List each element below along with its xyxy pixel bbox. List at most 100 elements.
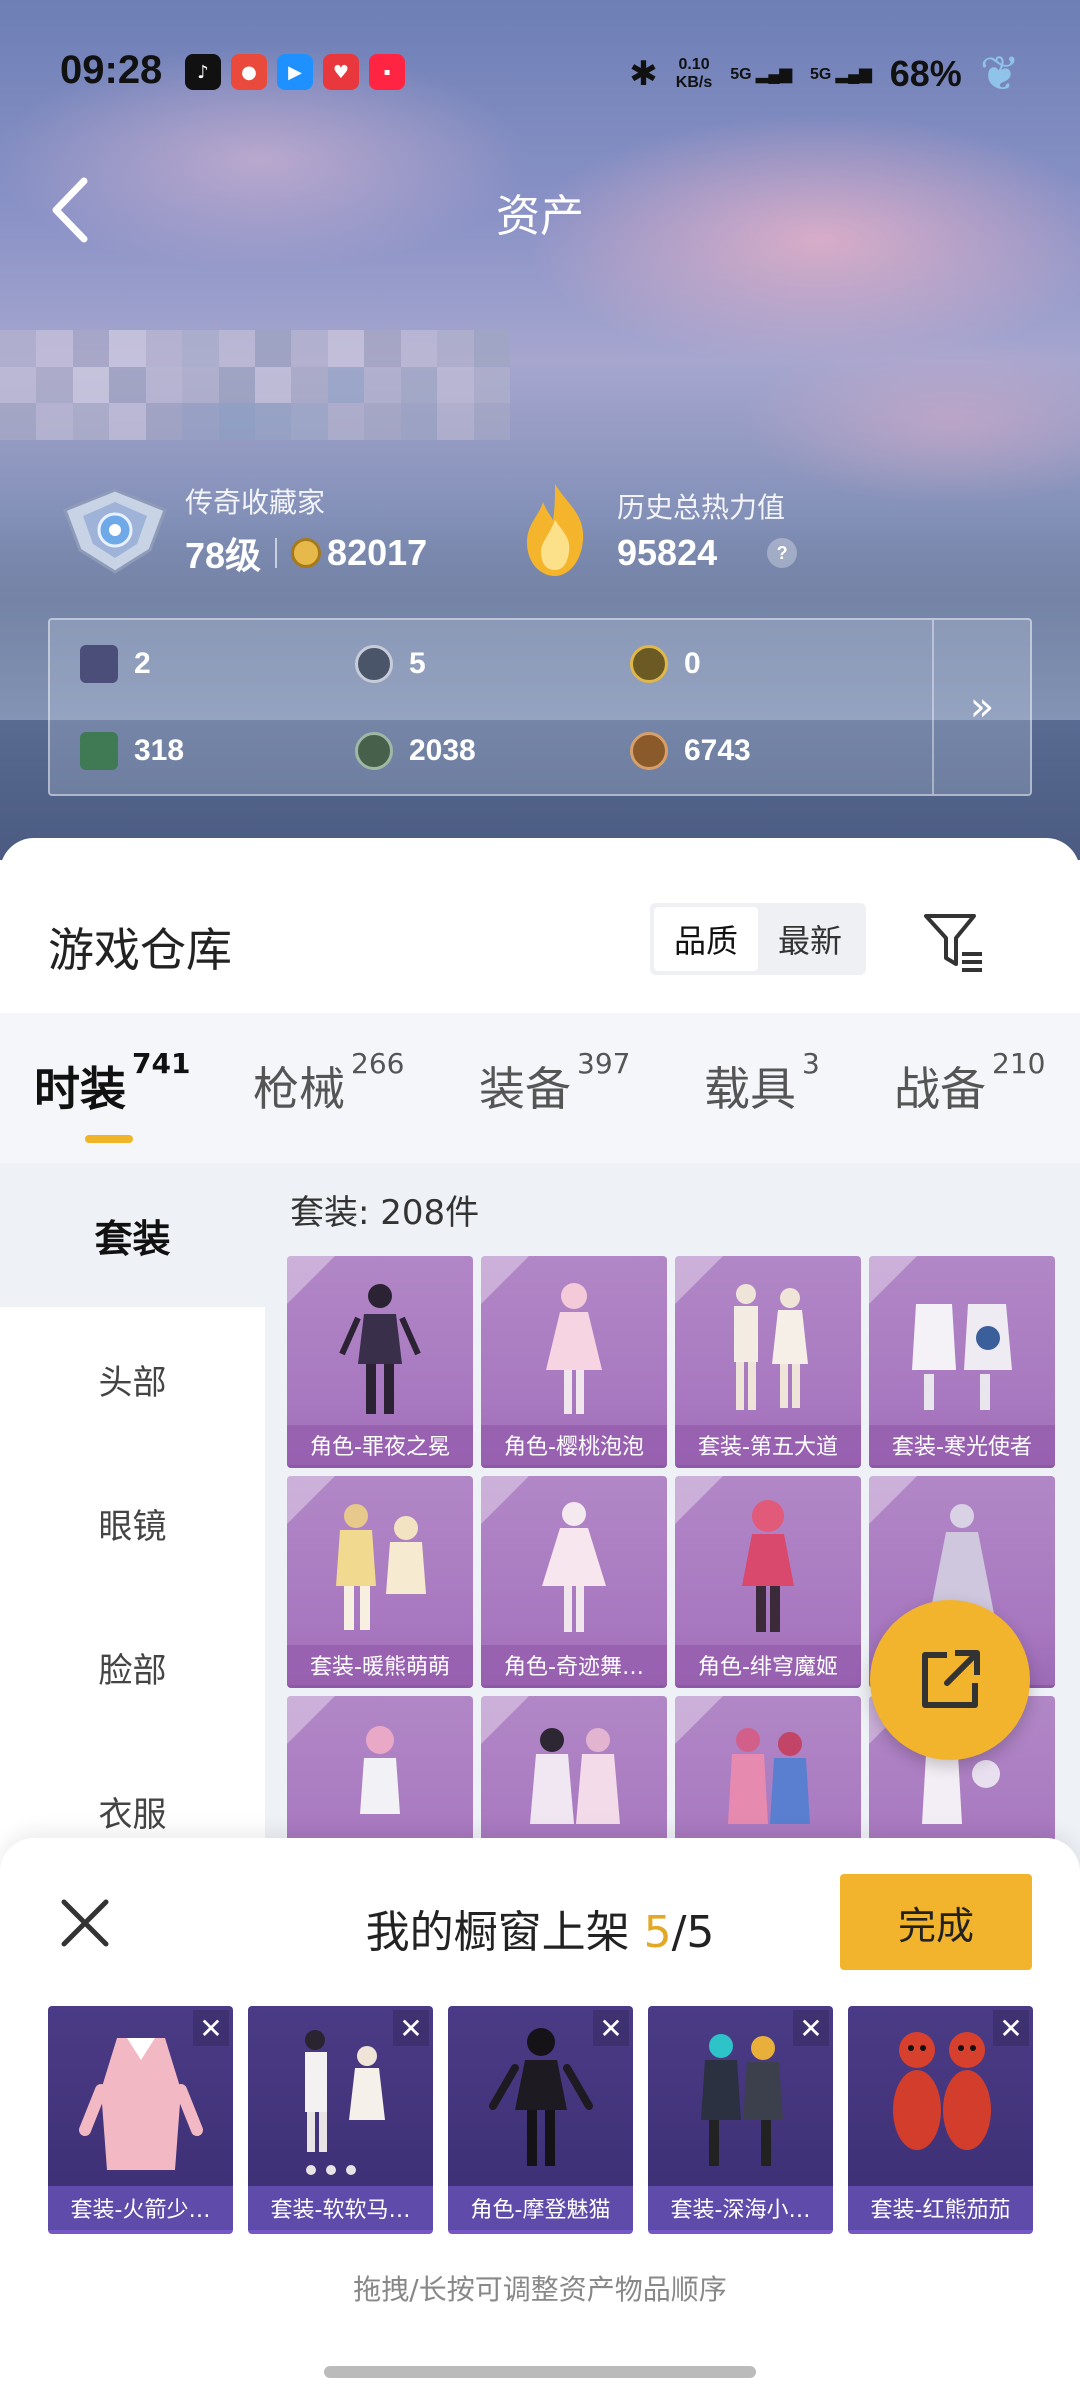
page-title: 资产 bbox=[496, 191, 584, 242]
stat-item[interactable]: 6743 bbox=[630, 707, 905, 794]
status-indicators: ✱ 0.10 KB/s 5G ▂▄▆ 5G ▂▄▆ 68% ❦ bbox=[629, 46, 1020, 102]
item-label: 角色-绯穹魔姬 bbox=[675, 1645, 861, 1685]
item-card[interactable]: 套装-暖熊萌萌 bbox=[287, 1476, 473, 1688]
share-export-icon bbox=[922, 1650, 980, 1708]
item-label: 套装-寒光使者 bbox=[869, 1425, 1055, 1465]
heat-value: 95824 bbox=[617, 532, 718, 573]
red-bear-suit-icon bbox=[892, 2032, 991, 2150]
tab-label: 战备 bbox=[894, 1062, 986, 1116]
remove-slot-icon[interactable]: ✕ bbox=[393, 2010, 429, 2046]
tab-label: 载具 bbox=[704, 1062, 796, 1116]
remove-slot-icon[interactable]: ✕ bbox=[993, 2010, 1029, 2046]
showcase-title-text: 我的橱窗上架 bbox=[365, 1907, 630, 1958]
stat-item[interactable]: 318 bbox=[80, 707, 355, 794]
done-button[interactable]: 完成 bbox=[840, 1874, 1032, 1970]
bronze-coin-icon bbox=[630, 731, 668, 770]
bluetooth-icon: ✱ bbox=[629, 55, 658, 93]
stat-item[interactable]: 2038 bbox=[355, 707, 630, 794]
status-time: 09:28 bbox=[60, 48, 163, 92]
remove-slot-icon[interactable]: ✕ bbox=[793, 2010, 829, 2046]
blurred-user-info bbox=[0, 330, 510, 440]
sidebar-item-suits[interactable]: 套装 bbox=[0, 1163, 265, 1307]
showcase-slots: ✕ 套装-火箭少… ✕ 套装-软软马… ✕ 角色-摩登魅猫 ✕ 套装-深海小… … bbox=[48, 2006, 1033, 2234]
rank-title: 传奇收藏家 bbox=[185, 486, 326, 519]
sidebar-item-face[interactable]: 脸部 bbox=[0, 1595, 265, 1739]
character-figure-icon bbox=[546, 1283, 602, 1414]
stats-more-button[interactable]: » bbox=[932, 620, 1030, 794]
character-figure-icon bbox=[542, 1502, 606, 1632]
filter-icon[interactable] bbox=[920, 908, 986, 974]
item-card[interactable]: 角色-奇迹舞… bbox=[481, 1476, 667, 1688]
tab-count: 3 bbox=[802, 1047, 820, 1080]
tab-count: 397 bbox=[577, 1047, 631, 1080]
heat-block[interactable]: 历史总热力值 95824 ? bbox=[515, 480, 798, 580]
sidebar-item-head[interactable]: 头部 bbox=[0, 1307, 265, 1451]
rank-block[interactable]: 传奇收藏家 78级 82017 bbox=[55, 480, 427, 580]
heart-app-icon: ♥ bbox=[323, 54, 359, 90]
gold-badge-icon bbox=[630, 644, 668, 683]
reorder-hint: 拖拽/长按可调整资产物品顺序 bbox=[353, 2273, 727, 2306]
stat-item[interactable]: 0 bbox=[630, 620, 905, 707]
home-indicator[interactable] bbox=[324, 2366, 756, 2378]
showcase-slot[interactable]: ✕ 套装-火箭少… bbox=[48, 2006, 233, 2234]
stat-item[interactable]: 5 bbox=[355, 620, 630, 707]
sort-toggle: 品质 最新 bbox=[650, 903, 866, 975]
weibo-icon: ● bbox=[231, 54, 267, 90]
slot-label: 套装-软软马… bbox=[248, 2186, 433, 2230]
tiktok-icon: ♪ bbox=[185, 54, 221, 90]
stat-value: 0 bbox=[684, 646, 701, 680]
currency-panel: 2 5 0 318 2038 6743 » bbox=[48, 618, 1032, 796]
tab-battle-gear[interactable]: 战备 210 bbox=[894, 1047, 1045, 1119]
item-card[interactable]: 角色-罪夜之冕 bbox=[287, 1256, 473, 1468]
active-tab-indicator bbox=[85, 1135, 133, 1143]
stat-item[interactable]: 2 bbox=[80, 620, 355, 707]
divider bbox=[275, 538, 278, 568]
showcase-slot[interactable]: ✕ 套装-深海小… bbox=[648, 2006, 833, 2234]
tab-count: 266 bbox=[351, 1047, 405, 1080]
sort-newest[interactable]: 最新 bbox=[758, 907, 862, 971]
item-label: 角色-樱桃泡泡 bbox=[481, 1425, 667, 1465]
green-card-icon bbox=[80, 731, 118, 770]
character-figure-icon bbox=[339, 1284, 421, 1414]
tab-count: 741 bbox=[132, 1047, 191, 1080]
net-speed-unit: KB/s bbox=[675, 74, 713, 91]
stat-value: 6743 bbox=[684, 733, 751, 767]
showcase-slot[interactable]: ✕ 角色-摩登魅猫 bbox=[448, 2006, 633, 2234]
tab-vehicles[interactable]: 载具 3 bbox=[704, 1047, 820, 1119]
category-tabs: 时装 741 枪械 266 装备 397 载具 3 战备 210 bbox=[0, 1013, 1080, 1163]
pink-dress-icon bbox=[78, 2038, 203, 2170]
tab-guns[interactable]: 枪械 266 bbox=[253, 1047, 404, 1119]
sim1-label: 5G bbox=[730, 66, 752, 83]
sidebar-item-glasses[interactable]: 眼镜 bbox=[0, 1451, 265, 1595]
item-card[interactable]: 角色-绯穹魔姬 bbox=[675, 1476, 861, 1688]
sort-quality[interactable]: 品质 bbox=[654, 907, 758, 971]
item-card[interactable]: 套装-第五大道 bbox=[675, 1256, 861, 1468]
showcase-count-current: 5 bbox=[643, 1907, 672, 1958]
tab-equipment[interactable]: 装备 397 bbox=[479, 1047, 630, 1119]
showcase-slot[interactable]: ✕ 套装-软软马… bbox=[248, 2006, 433, 2234]
net-speed: 0.10 KB/s bbox=[676, 56, 712, 92]
xiaohongshu-icon: ▪ bbox=[369, 54, 405, 90]
battery-level: 68% bbox=[889, 53, 962, 94]
heat-title: 历史总热力值 bbox=[617, 491, 786, 524]
notification-icons: ♪ ● ▶ ♥ ▪ bbox=[185, 54, 405, 90]
tab-count: 210 bbox=[992, 1047, 1046, 1080]
item-label: 套装-第五大道 bbox=[675, 1425, 861, 1465]
green-coin-icon bbox=[355, 731, 393, 770]
tab-fashion[interactable]: 时装 741 bbox=[34, 1047, 190, 1119]
tab-label: 枪械 bbox=[253, 1062, 345, 1116]
share-button[interactable] bbox=[870, 1600, 1030, 1760]
hero-background: 09:28 ♪ ● ▶ ♥ ▪ ✱ 0.10 KB/s 5G ▂▄▆ 5G ▂▄… bbox=[0, 0, 1080, 860]
item-card[interactable]: 角色-樱桃泡泡 bbox=[481, 1256, 667, 1468]
coin-icon bbox=[291, 538, 322, 568]
butterfly-icon: ❦ bbox=[979, 48, 1020, 101]
item-card[interactable]: 套装-寒光使者 bbox=[869, 1256, 1055, 1468]
help-icon[interactable]: ? bbox=[767, 538, 798, 568]
showcase-slot[interactable]: ✕ 套装-红熊茄茄 bbox=[848, 2006, 1033, 2234]
outfit-set-icon bbox=[700, 2034, 783, 2166]
remove-slot-icon[interactable]: ✕ bbox=[193, 2010, 229, 2046]
warehouse-title: 游戏仓库 bbox=[48, 923, 232, 977]
remove-slot-icon[interactable]: ✕ bbox=[593, 2010, 629, 2046]
stat-value: 5 bbox=[409, 646, 426, 680]
showcase-count-total: /5 bbox=[671, 1907, 715, 1958]
